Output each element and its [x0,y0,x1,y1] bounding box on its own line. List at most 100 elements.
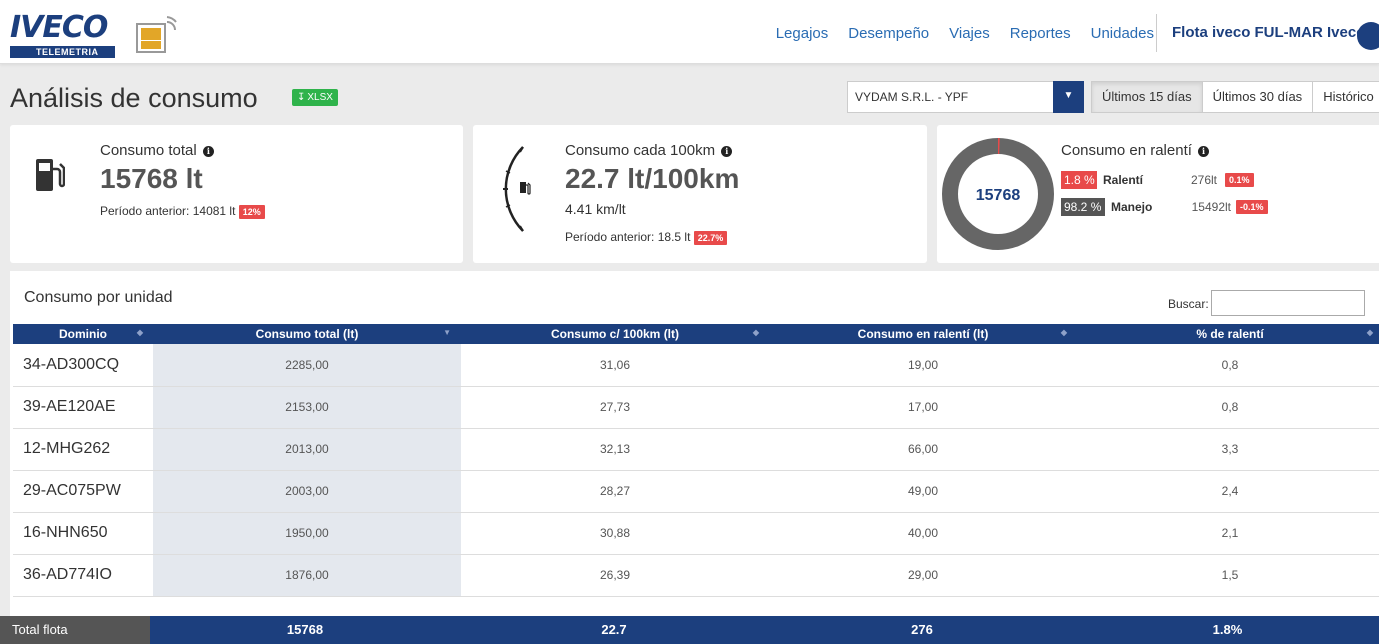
kpi-total-value: 15768 lt [100,163,203,194]
info-icon[interactable]: i [721,146,733,157]
kpi-total-label-text: Consumo total [100,142,197,159]
cell-pct-ralenti: 1,5 [1077,554,1379,597]
cell-dominio: 39-AE120AE [13,386,153,429]
column-header-label: Dominio [59,327,107,341]
cell-consumo-ralenti: 17,00 [769,386,1077,429]
kpi-idle-label: Consumo en ralentí i [1061,142,1210,159]
sort-icon: ◆ [752,328,759,337]
kpi-100km-label: Consumo cada 100km i [565,142,733,159]
sort-icon: ◆ [1060,328,1067,337]
nav-reportes[interactable]: Reportes [1010,25,1071,42]
footer-label: Total flota [0,616,150,644]
idle-pct-chip: 1.8 % [1061,171,1097,189]
cell-consumo-100km: 31,06 [461,344,769,387]
column-header-consumo-ralenti[interactable]: Consumo en ralentí (lt) ◆ [769,324,1077,344]
page-title: Análisis de consumo [10,83,258,113]
cell-consumo-ralenti: 49,00 [769,470,1077,513]
sort-icon: ◆ [136,328,143,337]
footer-idle-pct: 1.8% [1076,616,1379,644]
cell-consumo-ralenti: 40,00 [769,512,1077,555]
range-15-days-button[interactable]: Últimos 15 días [1091,81,1203,113]
idle-delta-badge: 0.1% [1225,173,1254,187]
fuel-gauge-icon [503,146,531,232]
cell-consumo-total: 2153,00 [153,386,461,429]
cell-consumo-100km: 28,27 [461,470,769,513]
column-header-label: Consumo total (lt) [255,327,359,341]
cell-consumo-ralenti: 29,00 [769,554,1077,597]
table-body: 34-AD300CQ 2285,00 31,06 19,00 0,8 39-AE120AE… [13,344,1379,597]
cell-consumo-100km: 27,73 [461,386,769,429]
search-input[interactable] [1211,290,1365,316]
kpi-total-previous-text: Período anterior: 14081 lt [100,204,236,218]
column-header-consumo-total[interactable]: Consumo total (lt) ▼ [153,324,461,344]
idle-row-manejo: 98.2 % Manejo 15492lt -0.1% [1061,198,1268,216]
caret-down-icon[interactable]: ▼ [1053,81,1084,113]
cell-pct-ralenti: 3,3 [1077,428,1379,471]
drive-pct-chip: 98.2 % [1061,198,1105,216]
kpi-total-previous: Período anterior: 14081 lt 12% [100,204,265,219]
kpi-idle-card: 15768 Consumo en ralentí i 1.8 % Ralentí… [937,125,1379,263]
cell-consumo-total: 2285,00 [153,344,461,387]
logo-subtitle: TELEMETRIA [10,46,115,58]
kpi-100km-value: 22.7 lt/100km [565,163,740,194]
table-footer-totals: Total flota 15768 22.7 276 1.8% [0,616,1379,644]
range-historico-button[interactable]: Histórico [1312,81,1379,113]
cell-dominio: 36-AD774IO [13,554,153,597]
kpi-100km-label-text: Consumo cada 100km [565,142,716,159]
company-select[interactable]: VYDAM S.R.L. - YPF ▼ [847,81,1084,113]
table-row[interactable]: 34-AD300CQ 2285,00 31,06 19,00 0,8 [13,344,1379,387]
kpi-total-label: Consumo total i [100,142,214,159]
nav-legajos[interactable]: Legajos [776,25,829,42]
cell-consumo-100km: 30,88 [461,512,769,555]
cell-consumo-total: 2013,00 [153,428,461,471]
truck-signal-icon [136,16,177,53]
fuel-pump-icon [36,159,65,191]
donut-center-label: 15768 [976,187,1021,204]
cell-consumo-total: 1876,00 [153,554,461,597]
range-30-days-button[interactable]: Últimos 30 días [1201,81,1314,113]
cell-dominio: 34-AD300CQ [13,344,153,387]
table-row[interactable]: 12-MHG262 2013,00 32,13 66,00 3,3 [13,428,1379,471]
main-nav: Legajos Desempeño Viajes Reportes Unidad… [776,25,1154,42]
cell-dominio: 16-NHN650 [13,512,153,555]
cell-pct-ralenti: 2,1 [1077,512,1379,555]
top-navbar: IVECO TELEMETRIA Legajos Desempeño Viaje… [0,0,1379,64]
cell-pct-ralenti: 0,8 [1077,386,1379,429]
kpi-idle-label-text: Consumo en ralentí [1061,142,1192,159]
cell-consumo-100km: 32,13 [461,428,769,471]
export-xlsx-button[interactable]: ↧ XLSX [292,89,338,106]
table-row[interactable]: 39-AE120AE 2153,00 27,73 17,00 0,8 [13,386,1379,429]
kpi-total-delta-badge: 12% [238,204,265,219]
cell-dominio: 29-AC075PW [13,470,153,513]
table-row[interactable]: 36-AD774IO 1876,00 26,39 29,00 1,5 [13,554,1379,597]
kpi-100km-delta-badge: 22.7% [693,230,728,245]
cell-consumo-ralenti: 66,00 [769,428,1077,471]
idle-donut-chart: 15768 [942,138,1054,250]
column-header-label: Consumo en ralentí (lt) [857,327,989,341]
column-header-consumo-100km[interactable]: Consumo c/ 100km (lt) ◆ [461,324,769,344]
table-title: Consumo por unidad [24,289,173,306]
nav-viajes[interactable]: Viajes [949,25,990,42]
user-avatar-icon[interactable] [1357,22,1379,50]
drive-liters: 15492lt [1191,200,1231,214]
nav-unidades[interactable]: Unidades [1091,25,1154,42]
idle-name: Ralentí [1103,173,1144,187]
column-header-label: % de ralentí [1196,327,1264,341]
drive-delta-badge: -0.1% [1236,200,1268,214]
cell-consumo-ralenti: 19,00 [769,344,1077,387]
footer-idle: 276 [768,616,1076,644]
info-icon[interactable]: i [1198,146,1210,157]
iveco-logo[interactable]: IVECO TELEMETRIA [10,12,180,58]
logo-wordmark: IVECO [10,10,108,45]
column-header-dominio[interactable]: Dominio ◆ [13,324,153,344]
fleet-name[interactable]: Flota iveco FUL-MAR Iveco [1172,24,1365,41]
cell-consumo-total: 2003,00 [153,470,461,513]
nav-desempeno[interactable]: Desempeño [848,25,929,42]
kpi-total-card: Consumo total i 15768 lt Período anterio… [10,125,463,263]
table-row[interactable]: 29-AC075PW 2003,00 28,27 49,00 2,4 [13,470,1379,513]
cell-dominio: 12-MHG262 [13,428,153,471]
info-icon[interactable]: i [202,146,214,157]
cell-consumo-total: 1950,00 [153,512,461,555]
column-header-pct-ralenti[interactable]: % de ralentí ◆ [1077,324,1379,344]
table-row[interactable]: 16-NHN650 1950,00 30,88 40,00 2,1 [13,512,1379,555]
